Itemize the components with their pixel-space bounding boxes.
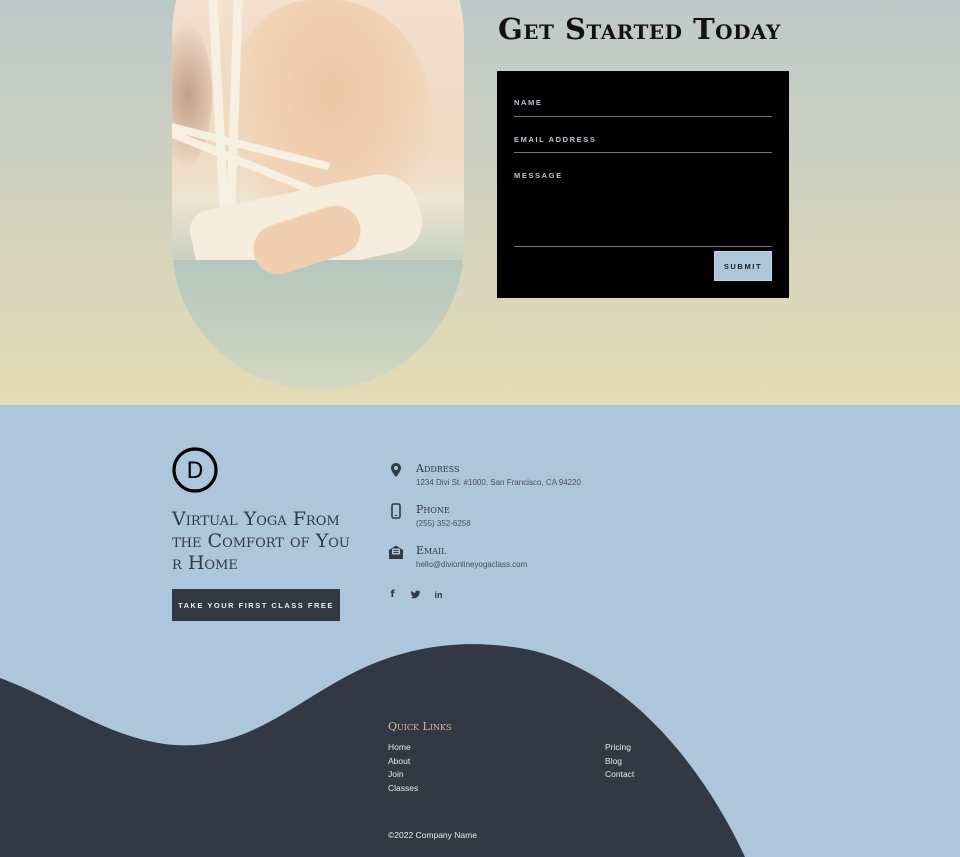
copyright: ©2022 Company Name	[388, 830, 477, 840]
hero-section: Get Started Today NAME EMAIL ADDRESS MES…	[0, 0, 960, 405]
quick-links-title: Quick Links	[388, 720, 452, 733]
submit-button[interactable]: SUBMIT	[714, 251, 772, 281]
quick-links-right: Pricing Blog Contact	[605, 741, 634, 782]
message-field[interactable]: MESSAGE	[514, 171, 772, 247]
contact-form: NAME EMAIL ADDRESS MESSAGE SUBMIT	[497, 71, 789, 298]
phone-icon	[391, 503, 401, 519]
footer-link-pricing[interactable]: Pricing	[605, 741, 634, 755]
quick-links-left: Home About Join Classes	[388, 741, 418, 795]
svg-text:D: D	[187, 459, 204, 484]
message-label: MESSAGE	[514, 171, 563, 180]
yoga-photo	[172, 0, 464, 390]
facebook-icon[interactable]: f	[387, 589, 398, 600]
twitter-icon[interactable]	[410, 589, 421, 600]
email-label: EMAIL ADDRESS	[514, 135, 597, 144]
divi-logo-icon: D	[172, 447, 218, 493]
phone-heading: Phone	[416, 503, 450, 516]
social-links: f in	[387, 589, 444, 600]
email-value: hello@divionlineyogaclass.com	[416, 560, 528, 569]
footer-wave	[0, 644, 745, 857]
phone-value: (255) 352-6258	[416, 519, 471, 528]
email-heading: Email	[416, 544, 447, 557]
footer-link-contact[interactable]: Contact	[605, 768, 634, 782]
tagline: Virtual Yoga From the Comfort of Your Ho…	[172, 508, 350, 574]
footer-link-blog[interactable]: Blog	[605, 755, 634, 769]
footer-link-about[interactable]: About	[388, 755, 418, 769]
footer-link-classes[interactable]: Classes	[388, 782, 418, 796]
name-field[interactable]: NAME	[514, 98, 772, 117]
page-title: Get Started Today	[498, 12, 781, 46]
footer-link-home[interactable]: Home	[388, 741, 418, 755]
free-class-button[interactable]: TAKE YOUR FIRST CLASS FREE	[172, 589, 340, 621]
map-pin-icon	[391, 463, 401, 477]
address-heading: Address	[416, 462, 460, 475]
email-field[interactable]: EMAIL ADDRESS	[514, 135, 772, 153]
address-value: 1234 Divi St. #1000, San Francisco, CA 9…	[416, 478, 581, 487]
footer-link-join[interactable]: Join	[388, 768, 418, 782]
photo-pants	[172, 260, 464, 390]
linkedin-icon[interactable]: in	[433, 589, 444, 600]
name-label: NAME	[514, 98, 543, 107]
email-icon	[389, 545, 403, 559]
